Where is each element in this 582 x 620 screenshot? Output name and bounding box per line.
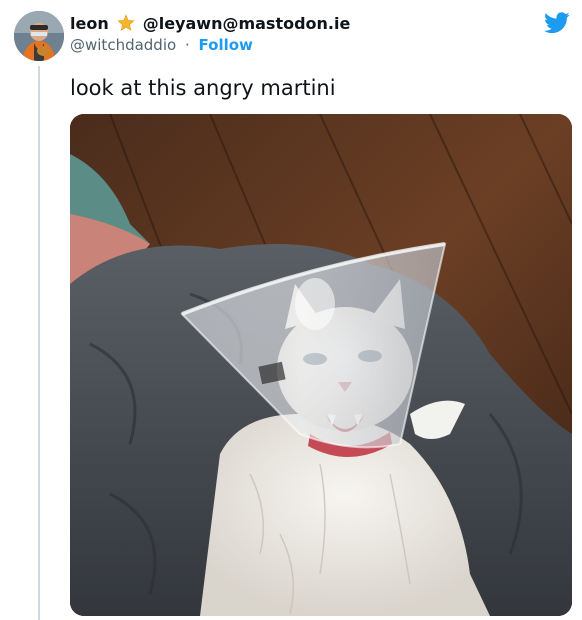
separator-dot: · <box>184 36 190 54</box>
avatar[interactable] <box>14 11 64 61</box>
handle-row: @witchdaddio · Follow <box>70 36 522 54</box>
twitter-bird-icon[interactable] <box>544 12 570 34</box>
tweet-photo[interactable] <box>70 114 572 616</box>
alt-handle: @leyawn@mastodon.ie <box>142 13 351 33</box>
tweet-card: leon @leyawn@mastodon.ie @witchdaddio · … <box>0 0 582 620</box>
cat-photo <box>70 114 572 616</box>
avatar-image <box>14 11 64 61</box>
user-handle[interactable]: @witchdaddio <box>70 36 176 54</box>
tweet-text: look at this angry martini <box>70 76 336 100</box>
tweet-header: leon @leyawn@mastodon.ie @witchdaddio · … <box>70 12 522 55</box>
name-row: leon @leyawn@mastodon.ie <box>70 12 522 34</box>
display-name[interactable]: leon <box>70 14 109 33</box>
thread-line <box>38 66 40 620</box>
star-icon <box>117 14 135 31</box>
follow-button[interactable]: Follow <box>199 36 253 54</box>
